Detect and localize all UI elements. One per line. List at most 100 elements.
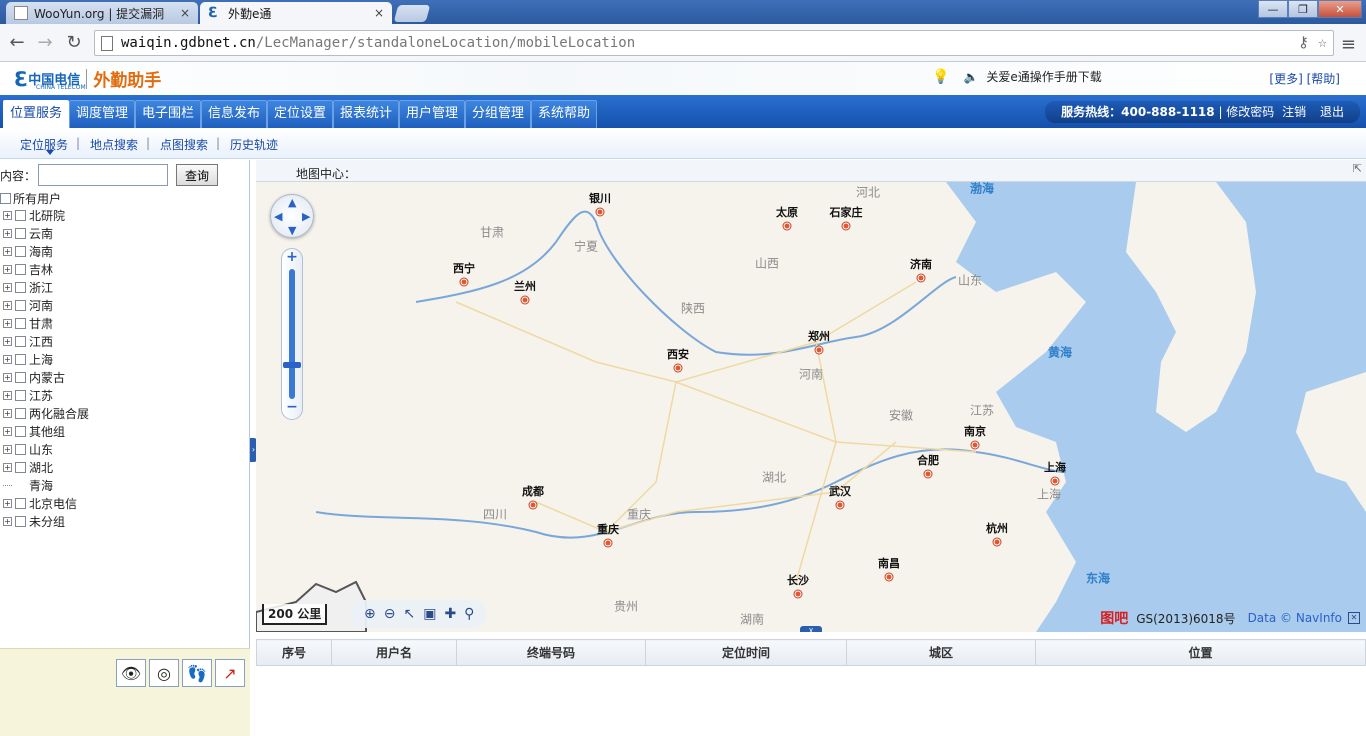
- city-label[interactable]: 石家庄: [830, 204, 863, 220]
- new-tab-button[interactable]: [393, 5, 431, 22]
- search-input[interactable]: [38, 164, 169, 186]
- city-marker-icon[interactable]: [521, 296, 529, 304]
- tree-item[interactable]: + 江苏: [0, 386, 89, 404]
- expand-plus-icon[interactable]: +: [3, 498, 12, 508]
- expand-plus-icon[interactable]: +: [3, 444, 12, 454]
- checkbox[interactable]: [15, 299, 26, 311]
- city-marker-icon[interactable]: [596, 208, 604, 216]
- expand-plus-icon[interactable]: +: [3, 264, 12, 274]
- city-label[interactable]: 武汉: [829, 483, 851, 499]
- city-marker-icon[interactable]: [993, 538, 1001, 546]
- city-label[interactable]: 上海: [1044, 459, 1066, 475]
- expand-icon[interactable]: ⇱: [1353, 162, 1362, 175]
- checkbox[interactable]: [15, 389, 26, 401]
- tree-item[interactable]: 青海: [0, 476, 89, 494]
- zoom-out-icon[interactable]: −: [282, 399, 302, 415]
- city-label[interactable]: 杭州: [986, 520, 1008, 536]
- logout-link[interactable]: 注销: [1282, 105, 1306, 119]
- tree-item[interactable]: + 北研院: [0, 206, 89, 224]
- col-district[interactable]: 城区: [846, 639, 1036, 666]
- expand-plus-icon[interactable]: +: [3, 372, 12, 382]
- city-marker-icon[interactable]: [604, 539, 612, 547]
- pan-up-icon[interactable]: ▲: [288, 196, 296, 209]
- tree-item[interactable]: + 上海: [0, 350, 89, 368]
- menu-icon[interactable]: ≡: [1341, 34, 1356, 55]
- overview-toggle-icon[interactable]: ✕: [1348, 612, 1360, 624]
- checkbox[interactable]: [15, 407, 26, 419]
- col-username[interactable]: 用户名: [331, 639, 457, 666]
- checkbox[interactable]: [15, 515, 26, 527]
- checkbox[interactable]: [15, 263, 26, 275]
- city-label[interactable]: 银川: [589, 190, 611, 206]
- add-marker-icon[interactable]: ✚: [444, 606, 456, 622]
- city-marker-icon[interactable]: [836, 501, 844, 509]
- city-label[interactable]: 济南: [910, 256, 932, 272]
- reload-icon[interactable]: ↻: [63, 32, 85, 54]
- city-label[interactable]: 合肥: [917, 452, 939, 468]
- checkbox[interactable]: [15, 461, 26, 473]
- col-location-time[interactable]: 定位时间: [645, 639, 847, 666]
- query-button[interactable]: 查询: [176, 164, 219, 186]
- city-label[interactable]: 西宁: [453, 260, 475, 276]
- nav-location-service[interactable]: 位置服务: [3, 100, 70, 128]
- checkbox[interactable]: [15, 209, 26, 221]
- nav-geofence[interactable]: 电子围栏: [135, 100, 202, 128]
- checkbox[interactable]: [15, 353, 26, 365]
- tree-item[interactable]: + 北京电信: [0, 494, 89, 512]
- subnav-place-search[interactable]: 地点搜索: [90, 136, 138, 153]
- zoom-in-tool-icon[interactable]: ⊕: [364, 606, 376, 622]
- collapse-map-button[interactable]: ∨: [800, 626, 822, 632]
- col-position[interactable]: 位置: [1035, 639, 1366, 666]
- tree-item[interactable]: + 未分组: [0, 512, 89, 530]
- subnav-map-search[interactable]: 点图搜索: [160, 136, 208, 153]
- zoom-slider[interactable]: + −: [281, 248, 303, 420]
- city-label[interactable]: 长沙: [787, 572, 809, 588]
- city-marker-icon[interactable]: [1051, 477, 1059, 485]
- nav-location-settings[interactable]: 定位设置: [267, 100, 334, 128]
- expand-plus-icon[interactable]: +: [3, 426, 12, 436]
- pan-left-icon[interactable]: ◀: [274, 210, 282, 223]
- checkbox[interactable]: [15, 497, 26, 509]
- city-label[interactable]: 兰州: [514, 278, 536, 294]
- tree-item[interactable]: + 山东: [0, 440, 89, 458]
- restore-button[interactable]: ❐: [1288, 0, 1318, 18]
- checkbox[interactable]: [15, 335, 26, 347]
- window-close-button[interactable]: ✕: [1318, 0, 1362, 18]
- nav-dispatch[interactable]: 调度管理: [69, 100, 136, 128]
- trend-chart-icon[interactable]: ↗: [215, 659, 245, 687]
- checkbox[interactable]: [15, 371, 26, 383]
- close-icon[interactable]: ×: [180, 6, 190, 20]
- tree-item[interactable]: + 河南: [0, 296, 89, 314]
- more-link[interactable]: [更多]: [1269, 72, 1302, 86]
- tab-waiqin[interactable]: ℇ 外勤e通 ×: [200, 2, 392, 24]
- pan-right-icon[interactable]: ▶: [302, 210, 310, 223]
- back-arrow-icon[interactable]: ←: [6, 32, 28, 54]
- checkbox[interactable]: [15, 425, 26, 437]
- nav-user-management[interactable]: 用户管理: [399, 100, 466, 128]
- city-label[interactable]: 南京: [964, 423, 986, 439]
- expand-plus-icon[interactable]: +: [3, 336, 12, 346]
- expand-plus-icon[interactable]: +: [3, 354, 12, 364]
- pan-down-icon[interactable]: ▼: [288, 224, 296, 237]
- address-bar[interactable]: waiqin.gdbnet.cn /LecManager/standaloneL…: [94, 30, 1334, 56]
- nav-system-help[interactable]: 系统帮助: [531, 100, 598, 128]
- checkbox[interactable]: [15, 317, 26, 329]
- zoom-track[interactable]: [289, 269, 295, 399]
- pin-tool-icon[interactable]: ⚲: [464, 606, 474, 622]
- city-marker-icon[interactable]: [674, 364, 682, 372]
- expand-plus-icon[interactable]: +: [3, 282, 12, 292]
- city-marker-icon[interactable]: [815, 346, 823, 354]
- expand-plus-icon[interactable]: +: [3, 462, 12, 472]
- city-label[interactable]: 西安: [667, 346, 689, 362]
- tree-item[interactable]: + 江西: [0, 332, 89, 350]
- zoom-in-icon[interactable]: +: [282, 249, 302, 265]
- expand-plus-icon[interactable]: +: [3, 318, 12, 328]
- city-marker-icon[interactable]: [924, 470, 932, 478]
- tree-item[interactable]: + 云南: [0, 224, 89, 242]
- expand-plus-icon[interactable]: +: [3, 516, 12, 526]
- city-marker-icon[interactable]: [794, 590, 802, 598]
- tree-item[interactable]: + 甘肃: [0, 314, 89, 332]
- pointer-tool-icon[interactable]: ↖: [403, 606, 415, 622]
- tree-item[interactable]: + 两化融合展: [0, 404, 89, 422]
- subnav-history-track[interactable]: 历史轨迹: [230, 136, 278, 153]
